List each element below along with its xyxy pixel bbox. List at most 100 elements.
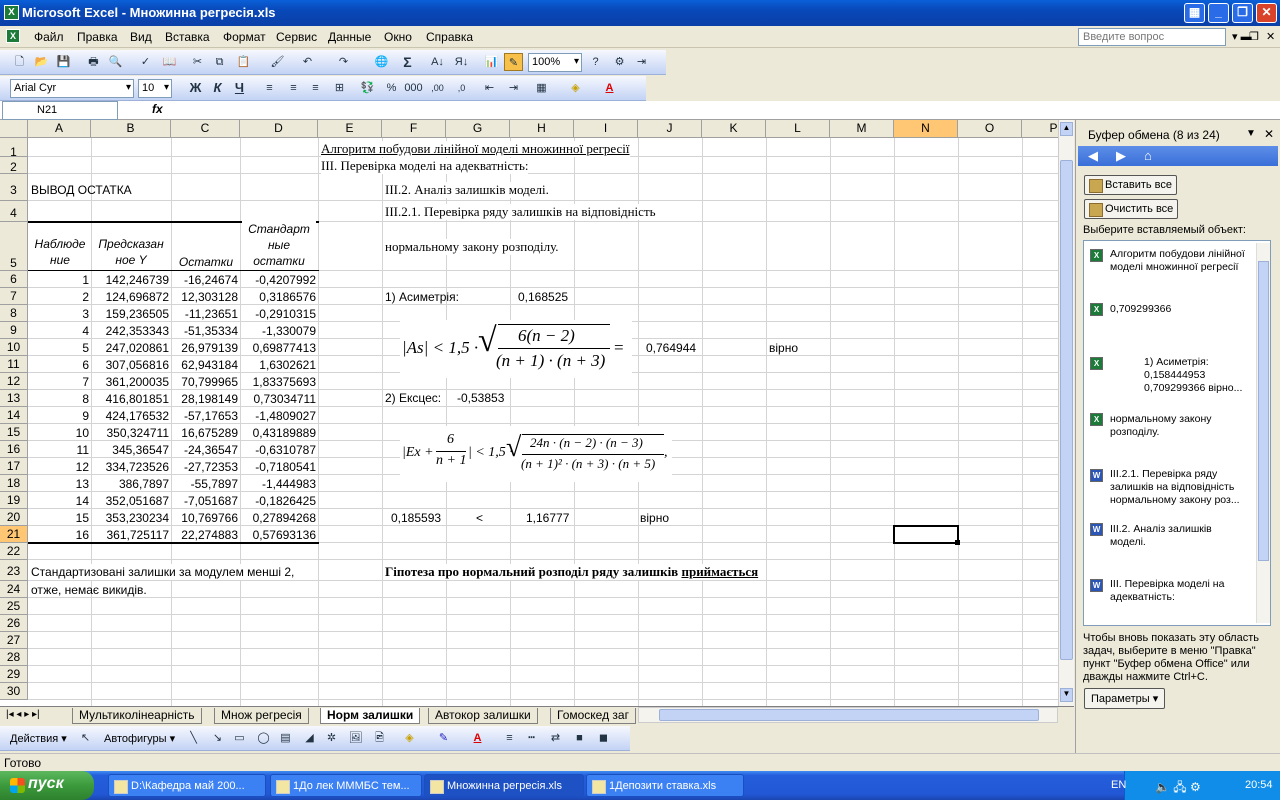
zoom-select[interactable]: 100%	[528, 53, 582, 72]
row-header[interactable]: 29	[0, 666, 28, 683]
increase-decimal-icon[interactable]: ,00	[428, 79, 447, 97]
drawing-icon[interactable]: ✎	[504, 53, 523, 71]
column-header[interactable]: L	[766, 120, 830, 138]
task-excel-active[interactable]: Множинна регресія.xls	[424, 774, 584, 797]
table-cell[interactable]: 22,274883	[171, 527, 238, 543]
row-header[interactable]: 30	[0, 683, 28, 700]
table-cell[interactable]: 1	[29, 272, 89, 288]
currency-icon[interactable]: 💱	[358, 79, 377, 97]
thousands-icon[interactable]: 000	[404, 79, 423, 97]
cut-icon[interactable]: ✂	[188, 53, 207, 71]
column-header[interactable]: B	[91, 120, 171, 138]
chart-wizard-icon[interactable]: 📊	[482, 53, 501, 71]
line-color-icon[interactable]: ✎	[434, 729, 453, 747]
research-icon[interactable]: 📖	[160, 53, 179, 71]
name-box[interactable]: N21	[2, 101, 118, 120]
arrow-style-icon[interactable]: ⇄	[546, 729, 565, 747]
excel-icon[interactable]: X	[4, 5, 19, 20]
table-cell[interactable]: -24,36547	[171, 442, 238, 458]
autoshapes-menu[interactable]: Автофигуры ▾	[104, 732, 175, 745]
table-cell[interactable]: 416,801851	[91, 391, 169, 407]
table-cell[interactable]: -0,1826425	[240, 493, 316, 509]
table-cell[interactable]: 142,246739	[91, 272, 169, 288]
clip-scrollbar[interactable]	[1256, 243, 1270, 623]
increase-indent-icon[interactable]: ⇥	[504, 79, 523, 97]
row-header[interactable]: 27	[0, 632, 28, 649]
row-header[interactable]: 15	[0, 424, 28, 441]
menu-window[interactable]: Окно	[384, 30, 412, 44]
table-cell[interactable]: -55,7897	[171, 476, 238, 492]
underline-button[interactable]: Ч	[230, 79, 249, 97]
pane-close-icon[interactable]: ✕	[1264, 127, 1274, 141]
close-button[interactable]: ✕	[1256, 3, 1277, 23]
fx-icon[interactable]: fx	[152, 102, 163, 116]
back-icon[interactable]: ◀	[1088, 148, 1098, 164]
clip-item[interactable]: 0,709299366	[1110, 303, 1250, 316]
table-cell[interactable]: 10,769766	[171, 510, 238, 526]
italic-button[interactable]: К	[208, 79, 227, 97]
table-cell[interactable]: 6	[29, 357, 89, 373]
font-size-select[interactable]: 10	[138, 79, 172, 98]
tab-nav-first-icon[interactable]: |◂ ◂ ▸ ▸|	[6, 709, 40, 720]
clip-item[interactable]: Алгоритм побудови лінійної моделі множин…	[1110, 248, 1250, 274]
table-cell[interactable]: 424,176532	[91, 408, 169, 424]
minimize-button[interactable]: _	[1208, 3, 1229, 23]
clear-all-button[interactable]: Очистить все	[1084, 199, 1179, 219]
table-cell[interactable]: 7	[29, 374, 89, 390]
arrow-icon[interactable]: ↘	[208, 729, 227, 747]
table-cell[interactable]: 350,324711	[91, 425, 169, 441]
rectangle-icon[interactable]: ▭	[230, 729, 249, 747]
table-cell[interactable]: -16,24674	[171, 272, 238, 288]
column-header[interactable]: C	[171, 120, 240, 138]
table-cell[interactable]: -1,4809027	[240, 408, 316, 424]
table-cell[interactable]: 2	[29, 289, 89, 305]
lang-indicator[interactable]: EN	[1111, 779, 1126, 791]
table-cell[interactable]: 0,27894268	[240, 510, 316, 526]
row-header[interactable]: 26	[0, 615, 28, 632]
dash-style-icon[interactable]: ┅	[522, 729, 541, 747]
table-cell[interactable]: -57,17653	[171, 408, 238, 424]
table-cell[interactable]: -0,7180541	[240, 459, 316, 475]
borders-icon[interactable]: ▦	[532, 79, 551, 97]
horizontal-scrollbar[interactable]	[638, 707, 1058, 723]
table-cell[interactable]: 28,198149	[171, 391, 238, 407]
line-icon[interactable]: ╲	[184, 729, 203, 747]
select-pointer-icon[interactable]: ↖	[76, 729, 95, 747]
table-cell[interactable]: 70,799965	[171, 374, 238, 390]
table-cell[interactable]: 0,3186576	[240, 289, 316, 305]
column-header[interactable]: H	[510, 120, 574, 138]
task-excel[interactable]: 1Депозити ставка.xls	[586, 774, 744, 797]
new-icon[interactable]: 🗋	[10, 53, 29, 71]
table-cell[interactable]: -7,051687	[171, 493, 238, 509]
table-cell[interactable]: 345,36547	[91, 442, 169, 458]
ask-question-input[interactable]: Введите вопрос	[1078, 28, 1226, 46]
column-header[interactable]: O	[958, 120, 1022, 138]
row-header-selected[interactable]: 21	[0, 526, 28, 543]
table-cell[interactable]: -0,6310787	[240, 442, 316, 458]
fill-color-icon[interactable]: ◈	[566, 79, 585, 97]
table-cell[interactable]: 16,675289	[171, 425, 238, 441]
menu-file[interactable]: Файл	[34, 30, 64, 44]
wordart-icon[interactable]: ◢	[300, 729, 319, 747]
row-header[interactable]: 4	[0, 201, 28, 222]
paste-icon[interactable]: 📋	[234, 53, 253, 71]
paste-all-button[interactable]: Вставить все	[1084, 175, 1178, 195]
table-cell[interactable]: 0,69877413	[240, 340, 316, 356]
open-icon[interactable]: 📂	[32, 53, 51, 71]
print-icon[interactable]: 🖶	[84, 53, 103, 71]
decrease-indent-icon[interactable]: ⇤	[480, 79, 499, 97]
document-icon[interactable]: X	[6, 29, 20, 43]
spelling-icon[interactable]: ✓	[136, 53, 155, 71]
table-cell[interactable]: 1,83375693	[240, 374, 316, 390]
table-cell[interactable]: 13	[29, 476, 89, 492]
options-icon[interactable]: ⚙	[610, 53, 629, 71]
menu-help[interactable]: Справка	[426, 30, 473, 44]
preview-icon[interactable]: 🔍	[106, 53, 125, 71]
hyperlink-icon[interactable]: 🌐	[372, 53, 391, 71]
doc-restore-icon[interactable]: ❐	[1249, 30, 1259, 43]
save-icon[interactable]: 💾	[54, 53, 73, 71]
row-header[interactable]: 17	[0, 458, 28, 475]
picture-icon[interactable]: 🖻	[370, 729, 389, 747]
spreadsheet-grid[interactable]: A B C D E F G H I J K L M N O P 1 2 3 4 …	[0, 120, 1072, 706]
table-cell[interactable]: 353,230234	[91, 510, 169, 526]
